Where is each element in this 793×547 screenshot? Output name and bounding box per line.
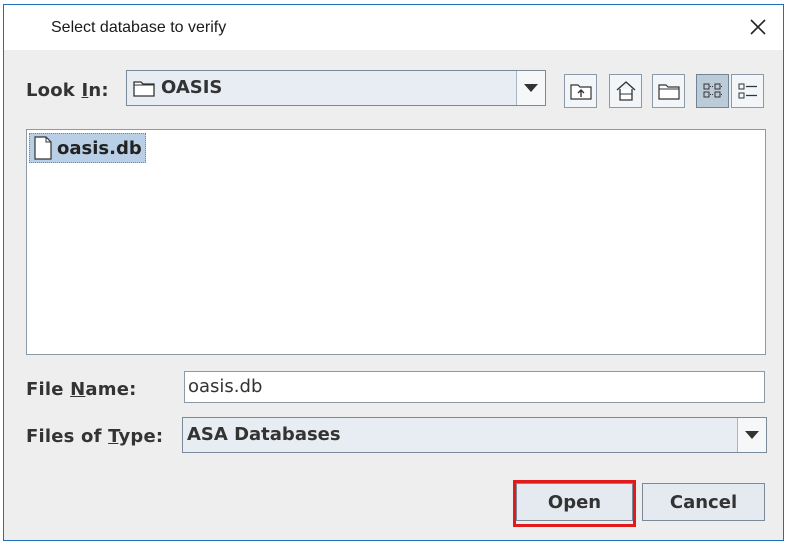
chevron-down-icon [524,84,538,92]
files-of-type-label: Files of Type: [26,426,164,447]
new-folder-icon [657,84,680,100]
list-view-icon [703,83,723,98]
dialog-title: Select database to verify [51,19,227,36]
up-one-level-button[interactable] [564,74,597,108]
cancel-button[interactable]: Cancel [642,483,765,521]
home-button[interactable] [609,74,642,108]
files-of-type-value: ASA Databases [187,424,341,445]
close-button[interactable] [743,13,773,41]
details-view-button[interactable] [731,74,764,108]
look-in-value: OASIS [161,77,223,98]
file-item-name: oasis.db [57,137,142,159]
close-icon [750,19,766,35]
look-in-combo[interactable]: OASIS [126,70,546,106]
look-in-dropdown-button[interactable] [516,71,545,105]
chevron-down-icon [745,431,759,439]
home-icon [616,81,635,101]
list-view-button[interactable] [696,74,729,108]
file-name-label: File Name: [26,379,137,400]
open-button-highlight [513,480,636,527]
folder-icon [133,81,155,97]
file-item-oasis-db[interactable]: oasis.db [29,133,146,163]
up-folder-icon [569,84,592,100]
files-of-type-combo[interactable]: ASA Databases [182,417,767,453]
file-chooser-dialog: Select database to verify Look In: OASIS [3,4,784,541]
file-icon [34,136,52,160]
file-list[interactable]: oasis.db [26,129,766,355]
files-of-type-dropdown-button[interactable] [737,418,766,452]
title-bar: Select database to verify [4,5,783,50]
details-view-icon [738,83,757,99]
file-name-input[interactable]: oasis.db [184,371,765,403]
new-folder-button[interactable] [652,74,685,108]
look-in-label: Look In: [26,80,109,101]
